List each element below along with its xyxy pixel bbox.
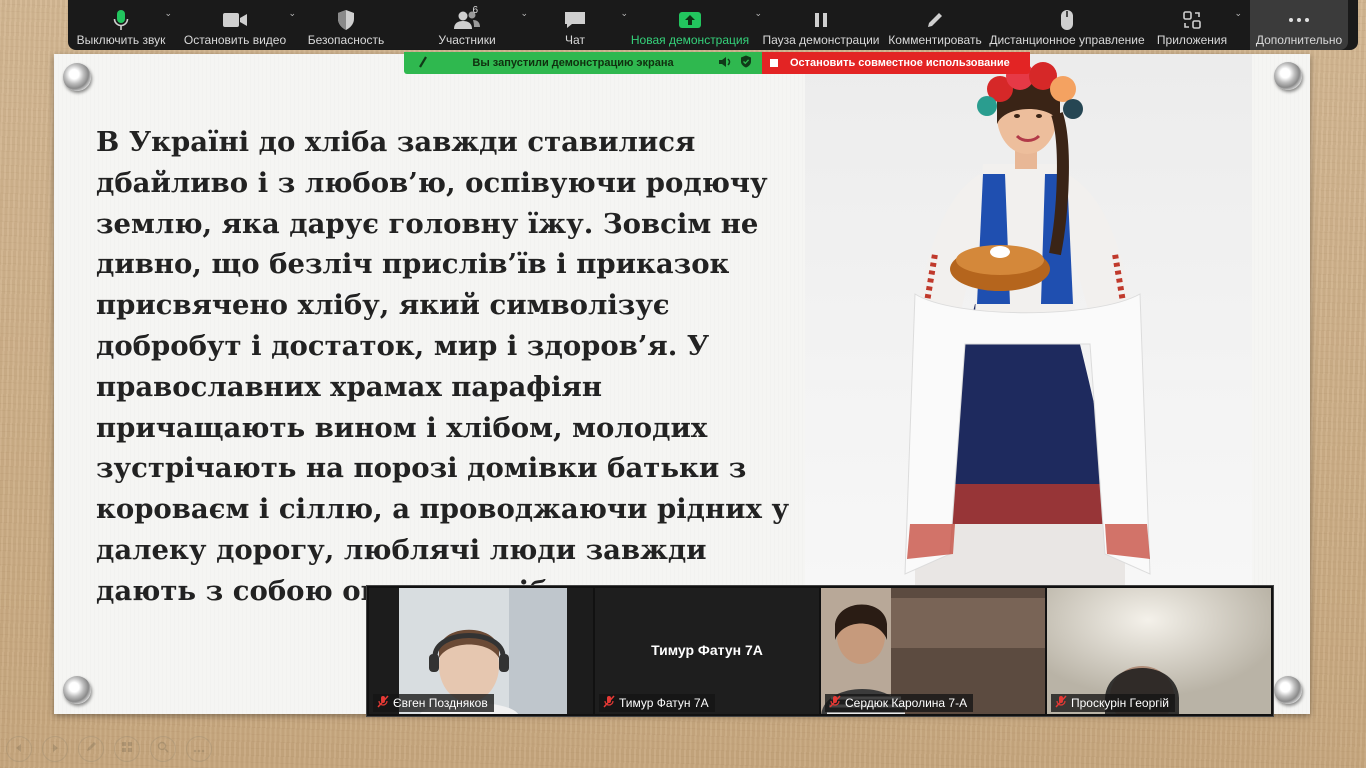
new-share-button[interactable]: ⌄ Новая демонстрация (624, 0, 762, 50)
sharing-status-text: Вы запустили демонстрацию экрана (472, 57, 674, 69)
arrow-left-icon (14, 740, 24, 758)
chat-icon (563, 7, 587, 33)
arrow-right-icon (50, 740, 60, 758)
pause-share-button[interactable]: Пауза демонстрации (756, 0, 886, 50)
muted-microphone-icon (829, 695, 841, 711)
remote-control-button[interactable]: Дистанционное управление (984, 0, 1150, 50)
participant-name: Тимур Фатун 7А (619, 696, 709, 710)
slideshow-controls (6, 736, 212, 762)
participant-name: Проскурін Георгій (1071, 696, 1169, 710)
participant-name-tag: Проскурін Георгій (1051, 694, 1175, 712)
apps-label: Приложения (1156, 33, 1228, 47)
participant-tile[interactable]: Сердюк Каролина 7-А (821, 588, 1045, 714)
stop-icon (770, 59, 778, 67)
see-all-slides-button[interactable] (114, 736, 140, 762)
apps-icon (1182, 7, 1202, 33)
more-dots-icon (193, 740, 205, 758)
stop-share-button[interactable]: Остановить совместное использование (762, 52, 1030, 74)
chevron-down-icon[interactable]: ⌄ (288, 8, 296, 19)
security-label: Безопасность (307, 33, 385, 47)
pushpin-icon (63, 63, 91, 91)
stop-video-label: Остановить видео (183, 33, 287, 47)
mute-label: Выключить звук (76, 33, 166, 47)
participant-tile[interactable]: Проскурін Георгій (1047, 588, 1271, 714)
chevron-down-icon[interactable]: ⌄ (164, 8, 172, 19)
more-button[interactable]: Дополнительно (1250, 0, 1348, 50)
woman-with-bread-photo (805, 54, 1252, 585)
mouse-icon (1060, 7, 1074, 33)
shield-check-icon[interactable] (740, 55, 752, 71)
sharing-status-banner[interactable]: Вы запустили демонстрацию экрана (404, 52, 762, 74)
participants-label: Участники (438, 33, 496, 47)
participant-name-tag: Сердюк Каролина 7-А (825, 694, 974, 712)
new-share-label: Новая демонстрация (630, 33, 750, 47)
participant-name-tag: Євген Поздняков (373, 694, 494, 712)
pencil-icon (925, 7, 945, 33)
more-label: Дополнительно (1255, 33, 1343, 47)
muted-microphone-icon (377, 695, 389, 711)
previous-slide-button[interactable] (6, 736, 32, 762)
video-camera-icon (222, 7, 248, 33)
chevron-down-icon[interactable]: ⌄ (1234, 8, 1242, 19)
chat-button[interactable]: ⌄ Чат (540, 0, 628, 50)
zoom-slide-button[interactable] (150, 736, 176, 762)
slide-body-text: В Україні до хліба завжди ставилися дбай… (96, 126, 790, 607)
participant-tile[interactable]: Євген Поздняков (369, 588, 593, 714)
pen-tool-button[interactable] (78, 736, 104, 762)
next-slide-button[interactable] (42, 736, 68, 762)
stop-video-button[interactable]: ⌄ Остановить видео (174, 0, 296, 50)
pushpin-icon (63, 676, 91, 704)
shield-icon (336, 7, 356, 33)
participant-video-strip[interactable]: Євген Поздняков Тимур Фатун 7А Тимур Фат… (366, 585, 1274, 717)
mute-button[interactable]: ⌄ Выключить звук (68, 0, 174, 50)
magnifier-icon (157, 740, 169, 758)
drag-handle-icon[interactable] (418, 55, 428, 71)
participant-tile[interactable]: Тимур Фатун 7А Тимур Фатун 7А (595, 588, 819, 714)
more-options-button[interactable] (186, 736, 212, 762)
pushpin-icon (1274, 62, 1302, 90)
share-screen-icon (678, 7, 702, 33)
speaker-icon[interactable] (718, 56, 732, 71)
security-button[interactable]: Безопасность (296, 0, 396, 50)
participant-name: Сердюк Каролина 7-А (845, 696, 968, 710)
chat-label: Чат (565, 33, 585, 47)
muted-microphone-icon (603, 695, 615, 711)
stop-share-label: Остановить совместное использование (790, 57, 1010, 69)
apps-button[interactable]: ⌄ Приложения (1150, 0, 1242, 50)
pushpin-icon (1274, 676, 1302, 704)
annotate-label: Комментировать (888, 33, 982, 47)
pause-share-label: Пауза демонстрации (762, 33, 880, 47)
annotate-button[interactable]: Комментировать (886, 0, 984, 50)
participant-name: Євген Поздняков (393, 696, 488, 710)
participant-name-tag: Тимур Фатун 7А (599, 694, 715, 712)
microphone-icon (113, 7, 129, 33)
meeting-toolbar: ⌄ Выключить звук ⌄ Остановить видео Безо… (68, 0, 1358, 50)
remote-control-label: Дистанционное управление (989, 33, 1145, 47)
chevron-down-icon[interactable]: ⌄ (520, 8, 528, 19)
participants-button[interactable]: 6 ⌄ Участники (406, 0, 528, 50)
participant-center-name: Тимур Фатун 7А (651, 642, 763, 658)
pause-icon (813, 7, 829, 33)
pen-icon (85, 740, 97, 758)
grid-icon (121, 740, 133, 758)
muted-microphone-icon (1055, 695, 1067, 711)
more-dots-icon (1288, 7, 1310, 33)
participants-count: 6 (472, 5, 478, 16)
